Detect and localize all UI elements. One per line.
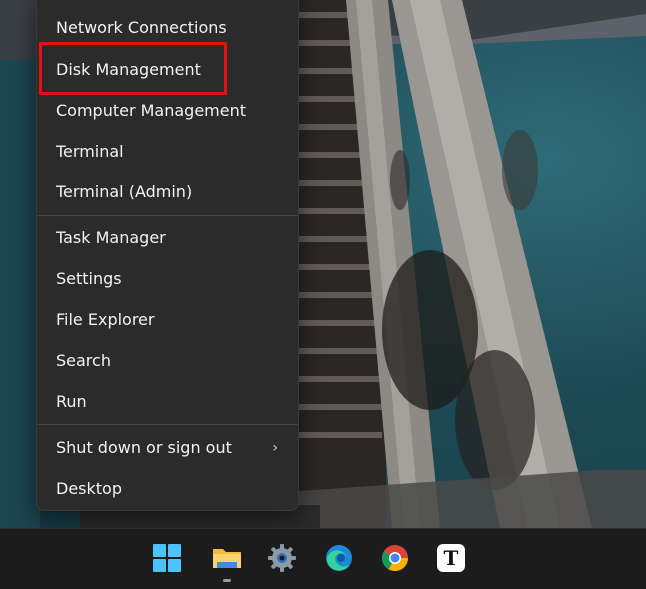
menu-separator bbox=[37, 424, 298, 425]
menu-item-computer-management[interactable]: Computer Management bbox=[37, 92, 298, 130]
settings-gear-icon bbox=[268, 544, 296, 572]
menu-item-run[interactable]: Run bbox=[37, 383, 298, 421]
windows-start-button[interactable] bbox=[148, 539, 186, 577]
typora-app-button[interactable]: T bbox=[432, 539, 470, 577]
menu-item-file-explorer[interactable]: File Explorer bbox=[37, 301, 298, 339]
menu-item-desktop[interactable]: Desktop bbox=[37, 470, 298, 508]
edge-browser-icon bbox=[326, 545, 352, 571]
menu-item-settings[interactable]: Settings bbox=[37, 260, 298, 298]
menu-item-task-manager[interactable]: Task Manager bbox=[37, 219, 298, 257]
file-explorer-button[interactable] bbox=[208, 539, 246, 577]
active-app-indicator bbox=[223, 579, 231, 582]
chevron-right-icon: › bbox=[272, 440, 278, 456]
menu-separator bbox=[37, 215, 298, 216]
menu-item-terminal-admin[interactable]: Terminal (Admin) bbox=[37, 173, 298, 211]
chrome-browser-button[interactable] bbox=[376, 539, 414, 577]
file-explorer-icon bbox=[213, 549, 241, 568]
menu-item-shut-down-or-sign-out[interactable]: Shut down or sign out › bbox=[37, 429, 298, 467]
settings-button[interactable] bbox=[263, 539, 301, 577]
menu-item-disk-management[interactable]: Disk Management bbox=[37, 51, 298, 89]
chrome-browser-icon bbox=[381, 545, 409, 572]
windows-start-icon bbox=[153, 544, 181, 572]
menu-item-search[interactable]: Search bbox=[37, 342, 298, 380]
menu-item-network-connections[interactable]: Network Connections bbox=[37, 9, 298, 47]
typora-app-icon: T bbox=[437, 544, 465, 572]
winx-context-menu: Network Connections Disk Management Comp… bbox=[36, 0, 299, 511]
edge-browser-button[interactable] bbox=[320, 539, 358, 577]
desktop-screen: Network Connections Disk Management Comp… bbox=[0, 0, 646, 589]
taskbar: T bbox=[0, 528, 646, 589]
menu-item-terminal[interactable]: Terminal bbox=[37, 133, 298, 171]
menu-item-label: Shut down or sign out bbox=[56, 438, 232, 457]
